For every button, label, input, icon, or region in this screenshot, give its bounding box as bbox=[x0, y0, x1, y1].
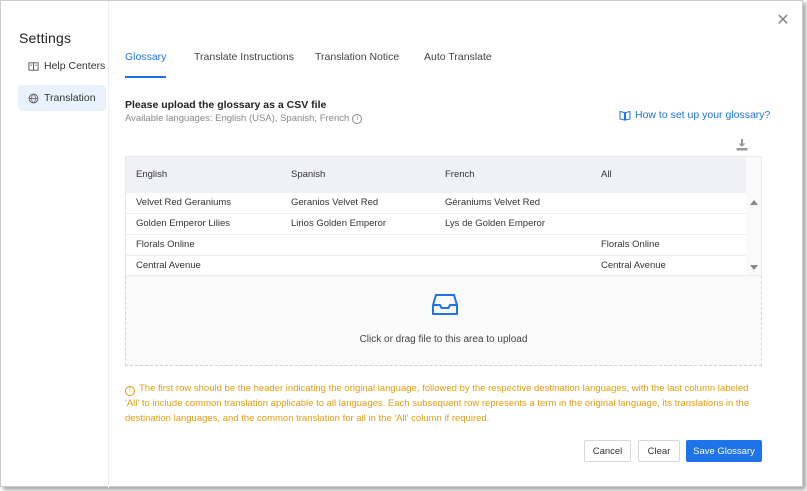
scroll-up-icon[interactable] bbox=[750, 200, 758, 205]
table-cell: Central Avenue bbox=[601, 260, 666, 271]
table-cell: Central Avenue bbox=[136, 260, 201, 271]
glossary-note-text: The first row should be the header indic… bbox=[125, 383, 750, 424]
settings-dialog: ✕ Settings Help Centers Translation Glos… bbox=[0, 0, 803, 488]
sidebar-item-help-centers[interactable]: Help Centers bbox=[18, 53, 106, 79]
scroll-down-icon[interactable] bbox=[750, 265, 758, 270]
download-icon[interactable] bbox=[735, 138, 749, 152]
table-row: Florals Online Florals Online bbox=[126, 235, 746, 256]
book-open-icon bbox=[619, 110, 631, 121]
glossary-heading: Please upload the glossary as a CSV file bbox=[125, 99, 327, 111]
table-header: English Spanish French All bbox=[126, 157, 746, 193]
close-icon[interactable]: ✕ bbox=[773, 11, 793, 31]
tab-translation-notice[interactable]: Translation Notice bbox=[315, 51, 399, 77]
warning-icon: ! bbox=[125, 386, 135, 396]
info-icon[interactable]: i bbox=[352, 113, 363, 124]
upload-text: Click or drag file to this area to uploa… bbox=[359, 334, 528, 345]
tab-auto-translate[interactable]: Auto Translate bbox=[424, 51, 492, 77]
table-row: Central Avenue Central Avenue bbox=[126, 256, 746, 275]
table-cell: Lirios Golden Emperor bbox=[291, 218, 387, 229]
table-cell: Geranios Velvet Red bbox=[291, 197, 379, 208]
inbox-icon bbox=[432, 294, 458, 315]
sidebar: Settings Help Centers Translation bbox=[1, 1, 109, 488]
table-scrollbar[interactable] bbox=[746, 157, 761, 275]
tab-glossary[interactable]: Glossary bbox=[125, 51, 167, 78]
globe-icon bbox=[28, 93, 39, 103]
howto-link-text: How to set up your glossary? bbox=[635, 109, 771, 121]
column-header-all: All bbox=[601, 169, 612, 180]
table-row: Golden Emperor Lilies Lirios Golden Empe… bbox=[126, 214, 746, 235]
available-languages-text: Available languages: English (USA), Span… bbox=[125, 113, 350, 124]
column-header-english: English bbox=[136, 169, 168, 180]
save-glossary-button[interactable]: Save Glossary bbox=[686, 440, 762, 462]
column-header-french: French bbox=[445, 169, 475, 180]
glossary-note: ! The first row should be the header indi… bbox=[125, 381, 762, 426]
sidebar-item-translation[interactable]: Translation bbox=[18, 85, 106, 111]
table-cell: Géraniums Velvet Red bbox=[445, 197, 541, 208]
tab-bar: Glossary Translate Instructions Translat… bbox=[125, 51, 765, 79]
available-languages: Available languages: English (USA), Span… bbox=[125, 113, 363, 124]
table-row: Velvet Red Geraniums Geranios Velvet Red… bbox=[126, 193, 746, 214]
upload-dropzone[interactable]: Click or drag file to this area to uploa… bbox=[125, 276, 762, 366]
clear-button[interactable]: Clear bbox=[638, 440, 680, 462]
table-cell: Florals Online bbox=[601, 239, 660, 250]
book-icon bbox=[28, 61, 39, 71]
sidebar-item-label: Translation bbox=[44, 92, 96, 104]
cancel-button[interactable]: Cancel bbox=[584, 440, 631, 462]
howto-link[interactable]: How to set up your glossary? bbox=[619, 109, 770, 121]
sidebar-item-label: Help Centers bbox=[44, 60, 106, 72]
table-cell: Florals Online bbox=[136, 239, 195, 250]
table-cell: Lys de Golden Emperor bbox=[445, 218, 545, 229]
glossary-table: English Spanish French All Velvet Red Ge… bbox=[125, 156, 762, 276]
column-header-spanish: Spanish bbox=[291, 169, 326, 180]
settings-title: Settings bbox=[19, 30, 72, 46]
tab-translate-instructions[interactable]: Translate Instructions bbox=[194, 51, 294, 77]
table-cell: Golden Emperor Lilies bbox=[136, 218, 230, 229]
table-cell: Velvet Red Geraniums bbox=[136, 197, 232, 208]
